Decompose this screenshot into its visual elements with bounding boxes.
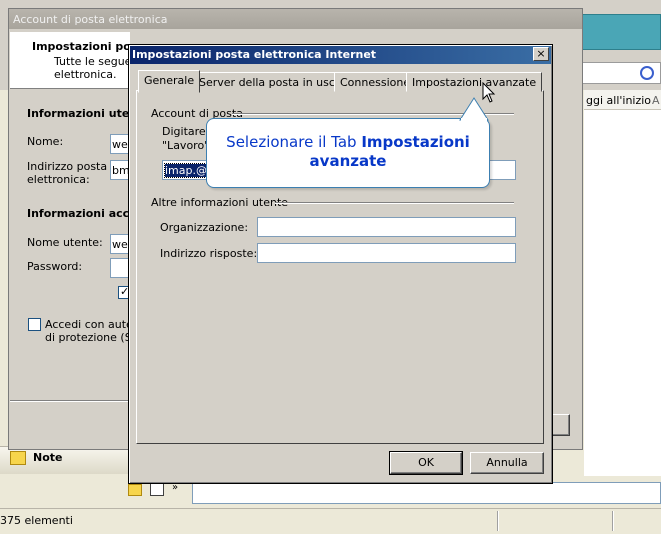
reading-pane: [584, 110, 661, 505]
tab-advanced-settings[interactable]: Impostazioni avanzate: [406, 72, 543, 92]
account-dialog-titlebar: Account di posta elettronica: [9, 9, 582, 29]
username-field[interactable]: we: [110, 234, 130, 254]
reply-address-field[interactable]: [257, 243, 516, 263]
account-dialog-title: Account di posta elettronica: [13, 13, 168, 26]
folder-icon[interactable]: [128, 484, 142, 496]
email-field[interactable]: bm: [110, 160, 130, 180]
name-field[interactable]: we: [110, 134, 130, 154]
organization-field[interactable]: [257, 217, 516, 237]
tab-connessione[interactable]: Connessione: [334, 72, 417, 92]
callout-bold: Impostazioni: [361, 133, 470, 151]
tab-label: Server della posta in uscita: [199, 76, 350, 89]
tab-label: Generale: [144, 74, 195, 87]
password-label: Password:: [27, 260, 83, 273]
reading-pane-header: ggi all'inizio A: [584, 90, 661, 110]
email-label: elettronica:: [27, 173, 90, 186]
group-line: [275, 202, 514, 204]
tab-label: Connessione: [340, 76, 411, 89]
status-divider: [497, 511, 499, 531]
account-dialog-header: Impostazioni pos Tutte le seguer elettro…: [10, 32, 137, 88]
header-divider: [10, 88, 130, 89]
other-info-group-label: Altre informazioni utente: [151, 196, 289, 209]
reading-pane-header-text: ggi all'inizio: [586, 94, 652, 107]
username-label: Nome utente:: [27, 236, 103, 249]
status-divider: [612, 511, 614, 531]
email-label: Indirizzo posta: [27, 160, 108, 173]
cancel-button[interactable]: Annulla: [470, 452, 544, 474]
tab-generale[interactable]: Generale: [138, 70, 201, 93]
name-label: Nome:: [27, 135, 64, 148]
account-desc: "Lavoro": [162, 139, 210, 152]
account-header-title: Impostazioni pos: [32, 40, 138, 53]
shortcut-icon[interactable]: [150, 482, 164, 496]
callout-text: Selezionare il Tab Impostazioni avanzate: [206, 133, 490, 171]
status-bar: 375 elementi: [0, 508, 661, 534]
callout-prefix: Selezionare il Tab: [226, 133, 362, 151]
account-dialog-button-edge[interactable]: [552, 414, 570, 436]
section-access-info: Informazioni acce: [27, 207, 137, 220]
spa-label: Accedi con auten: [45, 318, 140, 331]
close-button[interactable]: ×: [533, 47, 549, 61]
dialog-title: Impostazioni posta elettronica Internet: [130, 46, 551, 64]
note-icon: [10, 451, 26, 465]
tab-outgoing-server[interactable]: Server della posta in uscita: [193, 72, 356, 92]
spa-checkbox[interactable]: [28, 318, 41, 331]
ok-button[interactable]: OK: [389, 451, 463, 475]
reply-address-label: Indirizzo risposte:: [160, 247, 258, 260]
username-field-value: we: [112, 238, 128, 251]
callout-bold: avanzate: [309, 152, 387, 170]
account-divider: [10, 400, 130, 402]
bottom-input[interactable]: [192, 482, 661, 504]
organization-label: Organizzazione:: [160, 221, 249, 234]
account-header-desc: elettronica.: [54, 68, 117, 81]
section-user-info: Informazioni uten: [27, 107, 138, 120]
password-field[interactable]: [110, 258, 130, 278]
status-item-count: 375 elementi: [0, 514, 73, 527]
reading-pane-header-extra: A: [652, 94, 660, 107]
close-icon: ×: [536, 47, 546, 60]
note-label: Note: [33, 451, 63, 464]
search-icon[interactable]: [640, 66, 654, 80]
tab-label: Impostazioni avanzate: [412, 76, 537, 89]
mouse-cursor-icon: [482, 82, 496, 103]
spa-label: di protezione (SP: [45, 331, 139, 344]
name-field-value: we: [112, 138, 128, 151]
account-header-desc: Tutte le seguer: [54, 55, 136, 68]
